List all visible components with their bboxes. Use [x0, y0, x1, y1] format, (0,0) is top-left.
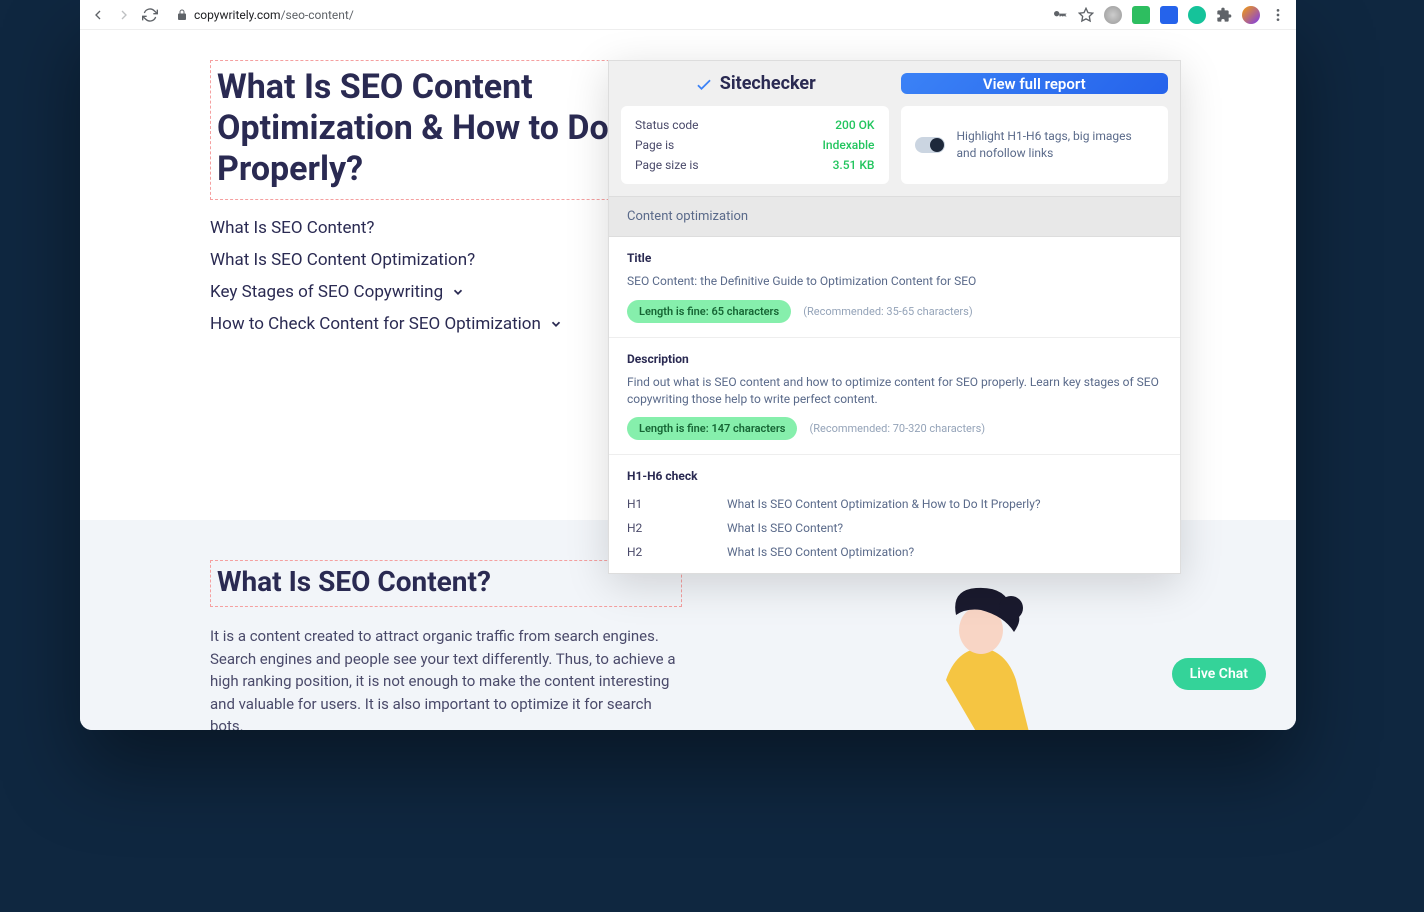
- toggle-label: Highlight H1-H6 tags, big images and nof…: [957, 128, 1155, 162]
- section-h2: What Is SEO Content?: [217, 565, 671, 598]
- desc-label: Description: [627, 352, 1162, 366]
- section-body: It is a content created to attract organ…: [210, 625, 682, 730]
- avatar[interactable]: [1242, 6, 1260, 24]
- url-domain: copywritely.com: [194, 8, 281, 22]
- desc-length-badge: Length is fine: 147 characters: [627, 417, 797, 440]
- desc-rec: (Recommended: 70-320 characters): [809, 422, 985, 435]
- title-text: SEO Content: the Definitive Guide to Opt…: [627, 273, 1162, 290]
- reload-icon[interactable]: [142, 7, 158, 23]
- h-row: H2What Is SEO Content Optimization?: [627, 545, 1162, 559]
- browser-toolbar: copywritely.com/seo-content/: [80, 0, 1296, 30]
- forward-icon[interactable]: [116, 7, 132, 23]
- status-label: Page is: [635, 138, 674, 152]
- check-icon: [694, 74, 714, 94]
- back-icon[interactable]: [90, 7, 106, 23]
- desc-text: Find out what is SEO content and how to …: [627, 374, 1162, 408]
- sitechecker-logo: Sitechecker: [621, 73, 889, 94]
- url-bar[interactable]: copywritely.com/seo-content/: [168, 8, 1042, 22]
- grammarly-icon[interactable]: [1188, 6, 1206, 24]
- status-value: Indexable: [822, 138, 874, 152]
- star-icon[interactable]: [1078, 7, 1094, 23]
- content-opt-header: Content optimization: [609, 196, 1180, 237]
- chevron-down-icon: [549, 317, 563, 331]
- status-card: Status code 200 OK Page is Indexable Page …: [621, 106, 889, 184]
- status-value: 200 OK: [835, 118, 874, 132]
- menu-icon[interactable]: [1270, 7, 1286, 23]
- toolbar-right: [1052, 6, 1286, 24]
- browser-window: copywritely.com/seo-content/ H1 What Is …: [80, 0, 1296, 730]
- evernote-icon[interactable]: [1132, 6, 1150, 24]
- lock-icon: [176, 9, 188, 21]
- view-full-report-button[interactable]: View full report: [901, 73, 1169, 94]
- chevron-down-icon: [451, 285, 465, 299]
- sitechecker-ext-icon[interactable]: [1160, 6, 1178, 24]
- highlight-toggle-card: Highlight H1-H6 tags, big images and nof…: [901, 106, 1169, 184]
- status-label: Status code: [635, 118, 699, 132]
- ext-icon-1[interactable]: [1104, 6, 1122, 24]
- person-illustration: [896, 560, 1066, 730]
- status-label: Page size is: [635, 158, 699, 172]
- live-chat-button[interactable]: Live Chat: [1172, 658, 1266, 690]
- extensions-icon[interactable]: [1216, 7, 1232, 23]
- status-value: 3.51 KB: [833, 158, 875, 172]
- title-rec: (Recommended: 35-65 characters): [803, 305, 972, 318]
- sitechecker-panel: Sitechecker View full report Status code…: [608, 60, 1181, 574]
- description-section: Description Find out what is SEO content…: [609, 338, 1180, 456]
- highlight-toggle[interactable]: [915, 137, 945, 153]
- key-icon[interactable]: [1052, 7, 1068, 23]
- title-length-badge: Length is fine: 65 characters: [627, 300, 791, 323]
- h-row: H1What Is SEO Content Optimization & How…: [627, 497, 1162, 511]
- h-check-label: H1-H6 check: [627, 469, 1162, 483]
- title-section: Title SEO Content: the Definitive Guide …: [609, 237, 1180, 338]
- url-path: /seo-content/: [281, 8, 354, 22]
- page-content: H1 What Is SEO Content Optimization & Ho…: [80, 30, 1296, 730]
- headings-section: H1-H6 check H1What Is SEO Content Optimi…: [609, 455, 1180, 573]
- title-label: Title: [627, 251, 1162, 265]
- h-row: H2What Is SEO Content?: [627, 521, 1162, 535]
